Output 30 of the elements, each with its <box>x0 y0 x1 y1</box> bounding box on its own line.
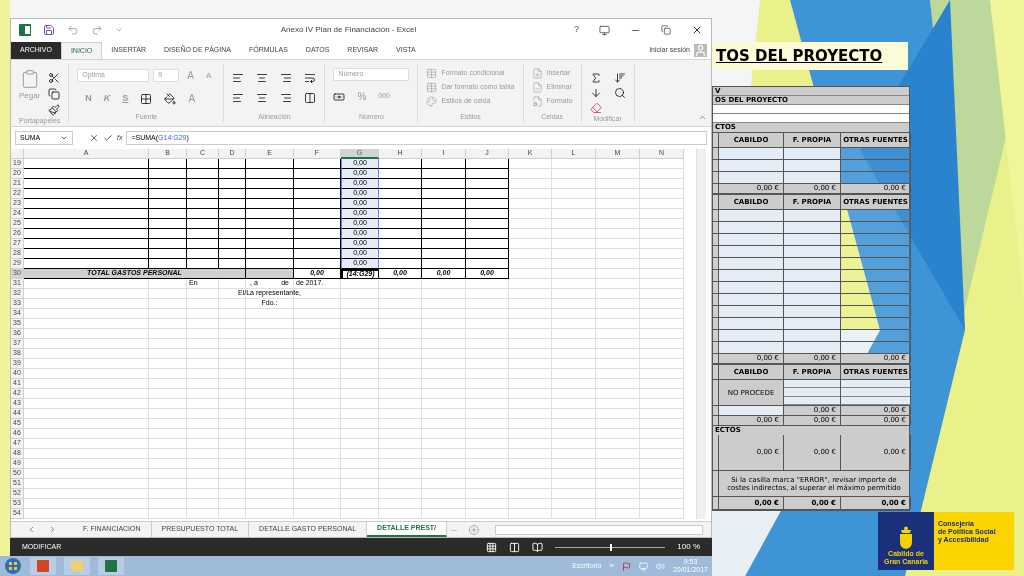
horizontal-scrollbar[interactable] <box>494 524 703 535</box>
previous-sheet-icon[interactable] <box>27 525 36 534</box>
enter-icon[interactable] <box>103 133 113 143</box>
save-icon[interactable] <box>43 24 55 36</box>
file-plus-icon <box>531 68 543 79</box>
table-icon <box>426 68 438 79</box>
presentation-app-icon[interactable] <box>30 557 56 575</box>
palette-icon <box>426 96 438 107</box>
restore-icon[interactable] <box>661 25 671 35</box>
ribbon-display-icon[interactable] <box>599 24 610 36</box>
page-layout-icon[interactable] <box>509 541 521 553</box>
file-minus-icon <box>531 82 543 93</box>
spreadsheet-app-icon[interactable] <box>98 557 124 575</box>
spreadsheet-app-icon[interactable] <box>19 24 31 36</box>
table-icon <box>426 82 438 93</box>
help-button[interactable]: ? <box>574 23 579 37</box>
vertical-scrollbar[interactable] <box>696 149 706 519</box>
window-title: Anexo IV Plan de Financiación - Excel <box>279 24 418 36</box>
close-icon[interactable] <box>691 24 703 36</box>
zoom-slider-thumb[interactable] <box>610 543 613 551</box>
normal-view-icon[interactable] <box>486 541 498 553</box>
next-sheet-icon[interactable] <box>48 525 57 534</box>
start-button[interactable] <box>4 557 22 575</box>
page-break-icon[interactable] <box>532 541 544 553</box>
zoom-level: 100 % <box>677 541 700 553</box>
crest-icon <box>897 526 915 550</box>
cancel-icon[interactable] <box>89 133 99 143</box>
file-gear-icon <box>531 96 543 107</box>
slide-title: TOS DEL PROYECTO <box>716 45 883 67</box>
action-center-icon[interactable] <box>621 561 631 571</box>
